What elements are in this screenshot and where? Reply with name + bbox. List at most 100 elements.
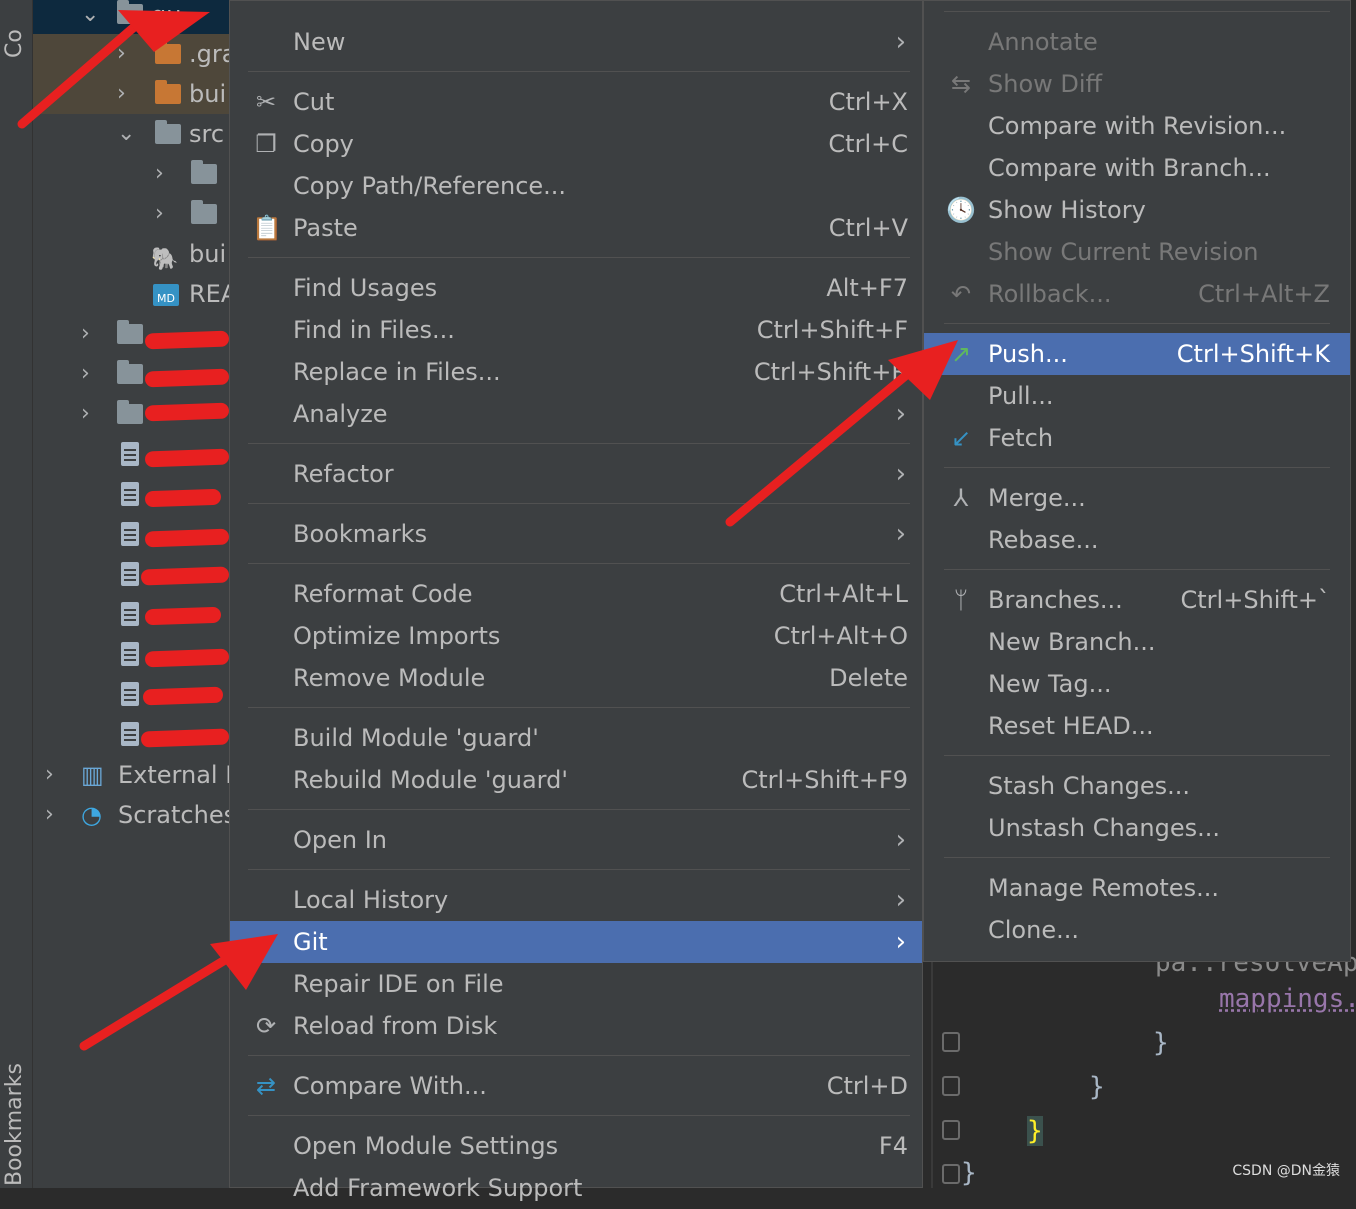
submenu-item-pull[interactable]: Pull... xyxy=(924,375,1350,417)
tree-row-test[interactable]: › xyxy=(33,194,229,234)
menu-item-cut[interactable]: ✂ Cut Ctrl+X xyxy=(230,81,922,123)
redaction-mark xyxy=(144,528,229,548)
chevron-right-icon[interactable]: › xyxy=(81,354,90,394)
chevron-right-icon[interactable]: › xyxy=(45,755,54,795)
submenu-item-rebase[interactable]: Rebase... xyxy=(924,519,1350,561)
tree-row-redacted[interactable]: › xyxy=(33,314,229,354)
fold-marker-icon[interactable] xyxy=(942,1032,960,1052)
menu-item-find-in-files[interactable]: Find in Files... Ctrl+Shift+F xyxy=(230,309,922,351)
chevron-right-icon[interactable]: › xyxy=(81,314,90,354)
tree-row-redacted-file[interactable] xyxy=(33,714,229,754)
menu-item-replace-in-files[interactable]: Replace in Files... Ctrl+Shift+R xyxy=(230,351,922,393)
menu-item-optimize-imports[interactable]: Optimize Imports Ctrl+Alt+O xyxy=(230,615,922,657)
folder-icon xyxy=(155,80,181,104)
tree-row-build[interactable]: › bui xyxy=(33,74,229,114)
tree-row-root[interactable]: ⌄ gu xyxy=(33,0,229,34)
commit-tool-tab[interactable]: Co xyxy=(2,2,27,58)
tree-row-external-libraries[interactable]: › ▥ External L xyxy=(33,755,229,795)
submenu-item-compare-revision[interactable]: Compare with Revision... xyxy=(924,105,1350,147)
tree-row-src[interactable]: ⌄ src xyxy=(33,114,229,154)
submenu-item-unstash[interactable]: Unstash Changes... xyxy=(924,807,1350,849)
tree-row-redacted-file[interactable] xyxy=(33,514,229,554)
tree-row-gradle[interactable]: › .gra xyxy=(33,34,229,74)
submenu-item-show-current-revision[interactable]: Show Current Revision xyxy=(924,231,1350,273)
tree-row-readme[interactable]: MD REA xyxy=(33,274,229,314)
tree-item-label: gu xyxy=(151,1,182,29)
chevron-right-icon[interactable]: › xyxy=(81,394,90,434)
shortcut-label: Ctrl+Shift+F9 xyxy=(741,766,908,794)
menu-item-reformat-code[interactable]: Reformat Code Ctrl+Alt+L xyxy=(230,573,922,615)
submenu-item-stash[interactable]: Stash Changes... xyxy=(924,765,1350,807)
watermark: CSDN @DN金猿 xyxy=(1232,1163,1340,1179)
menu-item-paste[interactable]: 📋 Paste Ctrl+V xyxy=(230,207,922,249)
menu-item-repair-ide[interactable]: Repair IDE on File xyxy=(230,963,922,1005)
submenu-item-show-history[interactable]: 🕓 Show History xyxy=(924,189,1350,231)
chevron-right-icon: › xyxy=(895,927,906,957)
menu-item-local-history[interactable]: Local History › xyxy=(230,879,922,921)
tree-row-main[interactable]: › xyxy=(33,154,229,194)
menu-item-compare-with[interactable]: ⇄ Compare With... Ctrl+D xyxy=(230,1065,922,1107)
chevron-right-icon[interactable]: › xyxy=(117,74,126,114)
shortcut-label: Ctrl+D xyxy=(826,1072,908,1100)
chevron-right-icon[interactable]: › xyxy=(155,154,164,194)
bookmarks-tool-tab[interactable]: Bookmarks xyxy=(2,1050,27,1186)
submenu-item-fetch[interactable]: ↙ Fetch xyxy=(924,417,1350,459)
push-icon: ↗ xyxy=(950,340,972,368)
menu-item-rebuild-module[interactable]: Rebuild Module 'guard' Ctrl+Shift+F9 xyxy=(230,759,922,801)
menu-item-remove-module[interactable]: Remove Module Delete xyxy=(230,657,922,699)
submenu-item-merge[interactable]: ⅄ Merge... xyxy=(924,477,1350,519)
menu-item-copy-path[interactable]: Copy Path/Reference... xyxy=(230,165,922,207)
chevron-right-icon[interactable]: › xyxy=(117,34,126,74)
shortcut-label: Ctrl+Alt+L xyxy=(779,580,908,608)
menu-item-open-module-settings[interactable]: Open Module Settings F4 xyxy=(230,1125,922,1167)
menu-item-analyze[interactable]: Analyze › xyxy=(230,393,922,435)
submenu-item-manage-remotes[interactable]: Manage Remotes... xyxy=(924,867,1350,909)
menu-item-new[interactable]: New › xyxy=(230,21,922,63)
menu-item-refactor[interactable]: Refactor › xyxy=(230,453,922,495)
submenu-item-branches[interactable]: ᛘ Branches... Ctrl+Shift+` xyxy=(924,579,1350,621)
menu-item-label: Analyze xyxy=(293,400,388,428)
tree-item-label: External L xyxy=(118,761,229,789)
menu-item-find-usages[interactable]: Find Usages Alt+F7 xyxy=(230,267,922,309)
tree-row-redacted[interactable]: › xyxy=(33,354,229,394)
submenu-item-annotate[interactable]: Annotate xyxy=(924,21,1350,63)
menu-item-label: Add Framework Support xyxy=(293,1174,583,1202)
menu-item-add-framework-support[interactable]: Add Framework Support xyxy=(230,1167,922,1209)
menu-item-copy[interactable]: ❐ Copy Ctrl+C xyxy=(230,123,922,165)
tree-row-redacted-file[interactable] xyxy=(33,434,229,474)
file-icon xyxy=(121,522,139,546)
submenu-item-reset-head[interactable]: Reset HEAD... xyxy=(924,705,1350,747)
tree-row-redacted-file[interactable] xyxy=(33,554,229,594)
tree-row-redacted[interactable]: › xyxy=(33,394,229,434)
menu-item-reload-from-disk[interactable]: ⟳ Reload from Disk xyxy=(230,1005,922,1047)
tree-row-redacted-file[interactable] xyxy=(33,634,229,674)
menu-item-build-module[interactable]: Build Module 'guard' xyxy=(230,717,922,759)
tree-row-redacted-file[interactable] xyxy=(33,594,229,634)
chevron-right-icon[interactable]: › xyxy=(45,795,54,835)
menu-item-open-in[interactable]: Open In › xyxy=(230,819,922,861)
submenu-item-rollback[interactable]: ↶ Rollback... Ctrl+Alt+Z xyxy=(924,273,1350,315)
chevron-right-icon[interactable]: › xyxy=(155,194,164,234)
fold-marker-icon[interactable] xyxy=(942,1120,960,1140)
tree-row-scratches[interactable]: › ◔ Scratches xyxy=(33,795,229,835)
menu-item-git[interactable]: Git › xyxy=(230,921,922,963)
tree-row-redacted-file[interactable] xyxy=(33,474,229,514)
folder-icon xyxy=(117,360,143,384)
code-editor[interactable]: pa..resolveApp mappings. } } } } CSDN @D… xyxy=(923,948,1356,1188)
chevron-down-icon[interactable]: ⌄ xyxy=(81,0,99,30)
submenu-item-new-tag[interactable]: New Tag... xyxy=(924,663,1350,705)
fold-marker-icon[interactable] xyxy=(942,1164,960,1184)
tree-row-redacted-file[interactable] xyxy=(33,674,229,714)
menu-item-bookmarks[interactable]: Bookmarks › xyxy=(230,513,922,555)
submenu-item-compare-branch[interactable]: Compare with Branch... xyxy=(924,147,1350,189)
submenu-item-clone[interactable]: Clone... xyxy=(924,909,1350,951)
chevron-down-icon[interactable]: ⌄ xyxy=(117,114,135,154)
fold-marker-icon[interactable] xyxy=(942,1076,960,1096)
tree-item-label: REA xyxy=(189,280,229,308)
submenu-item-push[interactable]: ↗ Push... Ctrl+Shift+K xyxy=(924,333,1350,375)
submenu-item-show-diff[interactable]: ⇆ Show Diff xyxy=(924,63,1350,105)
submenu-item-new-branch[interactable]: New Branch... xyxy=(924,621,1350,663)
markdown-icon: MD xyxy=(153,284,179,306)
menu-item-label: Show Current Revision xyxy=(988,238,1259,266)
tree-row-build-gradle[interactable]: 🐘 bui xyxy=(33,234,229,274)
